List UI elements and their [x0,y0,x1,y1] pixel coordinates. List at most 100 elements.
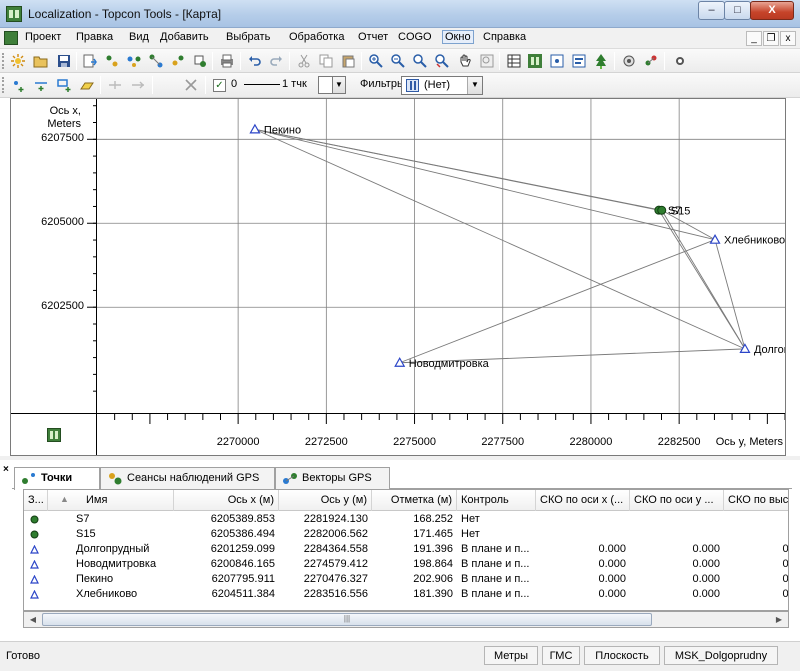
menu-help[interactable]: Справка [483,31,526,43]
map-canvas[interactable]: S7S15ДолгопрудныйНоводмитровкаПекиноХлеб… [97,99,800,413]
table-cell-sy [630,527,724,542]
table-row[interactable]: Хлебниково 6204511.384 2283516.556 181.390 В… [24,587,788,602]
topcon-app-icon[interactable] [6,6,22,22]
undo-icon[interactable] [247,53,263,69]
map-view-icon[interactable] [527,53,543,69]
cut-icon[interactable] [296,53,312,69]
x-tick-label: 2275000 [393,436,436,448]
add-vectors-icon[interactable] [126,53,142,69]
menu-process[interactable]: Обработка [289,31,344,43]
menu-report[interactable]: Отчет [358,31,388,43]
add-area-icon[interactable] [79,77,95,93]
delete-icon[interactable] [183,77,199,93]
mdi-minimize-button[interactable]: _ [746,31,762,46]
open-folder-icon[interactable] [33,53,49,69]
zoom-extents-icon[interactable] [434,53,450,69]
table-row[interactable]: S7 6205389.853 2281924.130 168.252 Нет [24,512,788,527]
col-name[interactable]: ▲ Имя [48,490,174,511]
document-icon[interactable] [4,31,18,45]
panel-close-icon[interactable]: × [3,464,9,475]
mdi-restore-button[interactable]: ❐ [763,31,779,46]
table-row[interactable]: S15 6205386.494 2282006.562 171.465 Нет [24,527,788,542]
line-color-dropdown[interactable]: ▼ [332,76,346,94]
process-icon[interactable] [621,53,637,69]
gps-vector-line[interactable] [254,128,662,211]
paste-icon[interactable] [340,53,356,69]
tab-gps-occupations[interactable]: Сеансы наблюдений GPS [100,467,275,489]
close-button[interactable]: X [750,1,794,20]
new-project-icon[interactable] [10,53,26,69]
menu-project[interactable]: Проект [25,31,61,43]
table-row[interactable]: Новодмитровка 6200846.165 2274579.412 198.8… [24,557,788,572]
tabular-view-icon[interactable] [506,53,522,69]
mdi-close-button[interactable]: x [780,31,796,46]
filter-icon [406,79,419,92]
add-occupations-icon[interactable] [148,53,164,69]
gps-vector-line[interactable] [254,128,746,350]
add-codes-icon[interactable] [170,53,186,69]
redo-icon[interactable] [268,53,284,69]
menu-cogo[interactable]: COGO [398,31,432,43]
menu-view[interactable]: Вид [129,31,149,43]
control-point-marker[interactable] [249,123,261,134]
add-polyline-icon[interactable] [56,77,72,93]
filter-dropdown-arrow[interactable]: ▼ [467,77,482,94]
col-sd-height[interactable]: СКО по высот... [724,490,788,511]
zoom-window-icon[interactable] [412,53,428,69]
col-state[interactable]: З... [24,490,48,511]
filter-select[interactable]: (Нет) ▼ [401,76,483,95]
tab-points[interactable]: Точки [14,467,100,490]
toolbar-grip[interactable] [2,53,5,69]
control-point-marker[interactable] [739,343,751,353]
print-icon[interactable] [219,53,235,69]
zoom-previous-icon[interactable] [479,53,495,69]
x-tick-label: 2272500 [304,436,348,448]
copy-icon[interactable] [318,53,334,69]
scroll-left-icon[interactable]: ◀ [25,612,41,627]
add-point-icon[interactable] [10,77,26,93]
col-x[interactable]: Ось x (м) [174,490,279,511]
table-row[interactable]: Пекино 6207795.911 2270476.327 202.906 В пла… [24,572,788,587]
tab-gps-vectors[interactable]: Векторы GPS [275,467,390,489]
add-layers-icon[interactable] [192,53,208,69]
col-y[interactable]: Ось y (м) [279,490,372,511]
x-axis-title: Ось y, Meters [715,436,783,448]
toolbar-grip-2[interactable] [2,77,5,93]
settings-icon[interactable] [672,53,688,69]
map-svg[interactable]: S7S15ДолгопрудныйНоводмитровкаПекиноХлеб… [97,99,800,413]
table-row[interactable]: Долгопрудный 6201259.099 2284364.558 191.39… [24,542,788,557]
gps-point-marker[interactable] [657,205,667,215]
split-line-icon[interactable] [107,77,123,93]
gps-vector-line[interactable] [661,210,746,350]
col-sd-y[interactable]: СКО по оси y ... [630,490,724,511]
menu-add[interactable]: Добавить [160,31,209,43]
scroll-right-icon[interactable]: ▶ [771,612,787,627]
maximize-button[interactable]: □ [724,1,751,20]
gps-vector-line[interactable] [399,239,716,364]
import-icon[interactable] [82,53,98,69]
gps-vector-line[interactable] [714,239,746,350]
zoom-in-icon[interactable] [368,53,384,69]
map-view-icon[interactable] [47,428,61,442]
table-horizontal-scrollbar[interactable]: ◀ ||| ▶ [23,611,789,628]
minimize-button[interactable]: – [698,1,725,20]
adjust-icon[interactable] [643,53,659,69]
col-control[interactable]: Контроль [457,490,536,511]
scrollbar-thumb[interactable]: ||| [42,613,652,626]
save-icon[interactable] [56,53,72,69]
join-line-icon[interactable] [130,77,146,93]
menu-select[interactable]: Выбрать [226,31,270,43]
menu-edit[interactable]: Правка [76,31,113,43]
pan-hand-icon[interactable] [457,53,473,69]
x-tick-label: 2280000 [569,436,613,448]
zoom-out-icon[interactable] [390,53,406,69]
tree-view-icon[interactable] [593,53,609,69]
menu-window[interactable]: Окно [442,30,474,44]
add-points-icon[interactable] [104,53,120,69]
timeline-view-icon[interactable] [571,53,587,69]
col-sd-x[interactable]: СКО по оси x (... [536,490,630,511]
col-height[interactable]: Отметка (м) [372,490,457,511]
line-visible-checkbox[interactable]: ✓ [213,79,226,92]
add-line-icon[interactable] [33,77,49,93]
occupation-view-icon[interactable] [549,53,565,69]
